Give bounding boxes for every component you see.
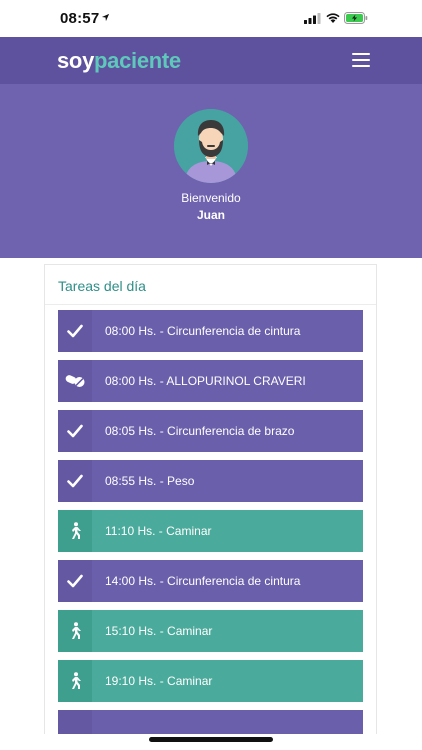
- task-item[interactable]: 11:10 Hs. - Caminar: [58, 510, 363, 552]
- task-icon-box: [58, 510, 92, 552]
- walk-icon: [72, 672, 81, 689]
- check-icon: [67, 324, 83, 338]
- check-icon: [67, 424, 83, 438]
- logo-text-soy: soy: [57, 48, 95, 73]
- task-item[interactable]: 14:00 Hs. - Circunferencia de cintura: [58, 560, 363, 602]
- task-label: 19:10 Hs. - Caminar: [105, 674, 213, 688]
- task-label: 08:05 Hs. - Circunferencia de brazo: [105, 424, 295, 438]
- tasks-card: Tareas del día 08:00 Hs. - Circunferenci…: [44, 264, 377, 734]
- task-label: 08:00 Hs. - ALLOPURINOL CRAVERI: [105, 374, 306, 388]
- app-header: soypaciente: [0, 37, 422, 84]
- task-item[interactable]: 08:00 Hs. - Circunferencia de cintura: [58, 310, 363, 352]
- task-item[interactable]: 15:10 Hs. - Caminar: [58, 610, 363, 652]
- check-icon: [67, 474, 83, 488]
- task-item-partial[interactable]: [58, 710, 363, 734]
- task-label: 14:00 Hs. - Circunferencia de cintura: [105, 574, 301, 588]
- welcome-text: Bienvenido: [181, 191, 241, 205]
- battery-icon: [344, 12, 368, 24]
- logo-text-paciente: paciente: [94, 48, 181, 73]
- pill-icon: [65, 375, 85, 387]
- task-item[interactable]: 08:55 Hs. - Peso: [58, 460, 363, 502]
- cellular-signal-icon: [304, 13, 321, 24]
- wifi-icon: [326, 13, 340, 23]
- location-arrow-icon: [101, 13, 110, 22]
- home-indicator[interactable]: [149, 737, 273, 742]
- task-icon-box: [58, 360, 92, 402]
- walk-icon: [72, 522, 81, 539]
- task-label: 15:10 Hs. - Caminar: [105, 624, 213, 638]
- task-icon-box: [58, 560, 92, 602]
- task-label: 11:10 Hs. - Caminar: [105, 524, 212, 538]
- status-bar: 08:57: [0, 0, 422, 37]
- status-time: 08:57: [60, 10, 100, 27]
- check-icon: [67, 574, 83, 588]
- task-item[interactable]: 08:00 Hs. - ALLOPURINOL CRAVERI: [58, 360, 363, 402]
- task-icon-box: [58, 460, 92, 502]
- task-label: 08:55 Hs. - Peso: [105, 474, 195, 488]
- user-name: Juan: [196, 208, 225, 222]
- task-icon-box: [58, 660, 92, 702]
- avatar[interactable]: [174, 109, 248, 183]
- task-icon-box: [58, 410, 92, 452]
- task-icon-box: [58, 310, 92, 352]
- walk-icon: [72, 622, 81, 639]
- task-label: 08:00 Hs. - Circunferencia de cintura: [105, 324, 301, 338]
- hamburger-menu-button[interactable]: [350, 50, 374, 70]
- menu-line-icon: [352, 65, 370, 67]
- app-logo: soypaciente: [57, 48, 181, 74]
- user-avatar-icon: [174, 109, 248, 183]
- menu-line-icon: [352, 59, 370, 61]
- task-item[interactable]: 19:10 Hs. - Caminar: [58, 660, 363, 702]
- task-item[interactable]: 08:05 Hs. - Circunferencia de brazo: [58, 410, 363, 452]
- profile-hero: Bienvenido Juan: [0, 84, 422, 258]
- task-icon-box: [58, 710, 92, 734]
- menu-line-icon: [352, 53, 370, 55]
- tasks-card-title: Tareas del día: [58, 278, 146, 294]
- divider: [45, 304, 376, 305]
- task-icon-box: [58, 610, 92, 652]
